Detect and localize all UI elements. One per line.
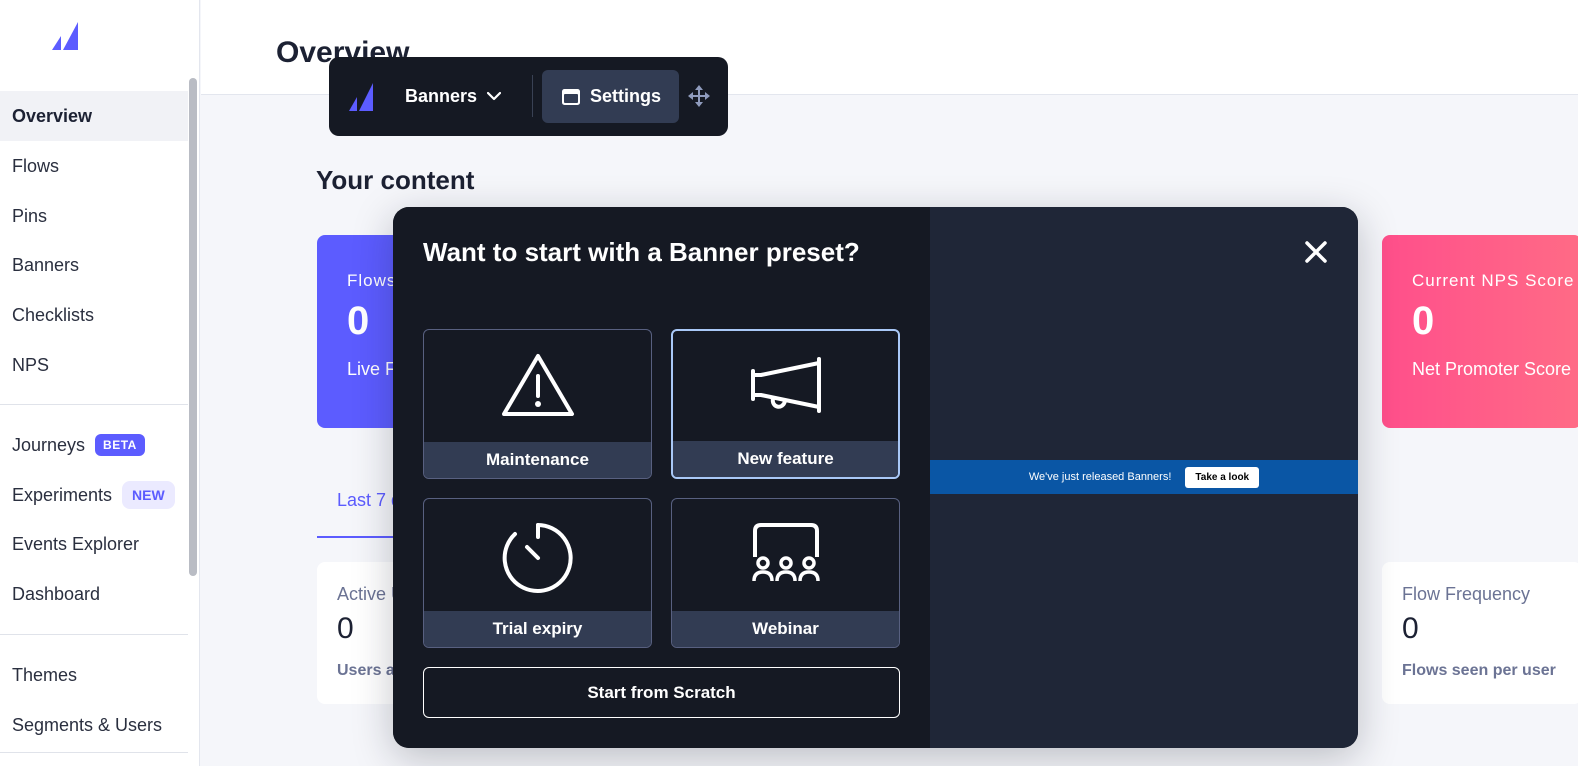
sidebar-item-experiments[interactable]: Experiments NEW [0, 470, 188, 520]
toolbar-divider [532, 75, 533, 117]
flow-frequency-card: Flow Frequency 0 Flows seen per user [1382, 562, 1578, 704]
chevron-down-icon [487, 91, 502, 101]
sidebar-item-journeys[interactable]: Journeys BETA [0, 420, 188, 470]
sidebar-item-label: Journeys [12, 434, 86, 455]
modal-title: Want to start with a Banner preset? [423, 237, 860, 267]
stat-value: 0 [1412, 299, 1435, 343]
sidebar-item-label: Banners [12, 254, 80, 275]
sidebar-item-label: Dashboard [12, 583, 101, 604]
sidebar-item-label: Segments & Users [12, 714, 163, 735]
sidebar-item-label: Checklists [12, 304, 95, 325]
modal-options-panel: Want to start with a Banner preset? Main… [393, 207, 930, 748]
banner-preview: We've just released Banners! Take a look [930, 460, 1358, 494]
settings-button-label: Settings [590, 86, 662, 106]
sidebar-divider [0, 404, 188, 405]
timer-icon [502, 523, 573, 593]
sidebar-item-banners[interactable]: Banners [0, 240, 188, 290]
sidebar-scrollbar[interactable] [189, 78, 197, 576]
preset-trial-expiry[interactable]: Trial expiry [423, 498, 652, 648]
metric-label: Flow Frequency [1402, 584, 1531, 604]
sidebar-divider [0, 634, 188, 635]
close-icon[interactable] [1301, 237, 1331, 267]
preset-label: Maintenance [424, 442, 651, 478]
sidebar-item-segments-users[interactable]: Segments & Users [0, 700, 188, 750]
stat-sublabel: Net Promoter Score [1412, 359, 1572, 379]
beta-badge: BETA [95, 434, 145, 456]
sidebar-item-label: Events Explorer [12, 533, 140, 554]
builder-toolbar[interactable]: Banners Settings [329, 57, 728, 136]
stat-sublabel: Live F [347, 359, 397, 379]
section-title: Your content [316, 165, 475, 195]
stat-label: Current NPS Score [1412, 271, 1575, 290]
banner-preset-modal: Want to start with a Banner preset? Main… [393, 207, 1358, 748]
pattern-dropdown-label: Banners [405, 85, 478, 106]
sidebar-item-label: Pins [12, 205, 48, 226]
banner-preview-text: We've just released Banners! [1028, 471, 1172, 483]
preset-label: Trial expiry [424, 611, 651, 647]
stat-label: Flows [347, 271, 397, 290]
appcues-logo-icon[interactable] [349, 83, 373, 111]
sidebar-item-overview[interactable]: Overview [0, 91, 188, 141]
sidebar-item-themes[interactable]: Themes [0, 650, 188, 700]
sidebar-item-label: Experiments [12, 484, 113, 505]
warning-triangle-icon [501, 354, 574, 416]
window-icon [562, 88, 580, 105]
sidebar-item-flows[interactable]: Flows [0, 141, 188, 191]
audience-icon [751, 523, 820, 582]
sidebar-item-label: NPS [12, 354, 50, 375]
sidebar-item-dashboard[interactable]: Dashboard [0, 569, 188, 619]
metric-sublabel: Flows seen per user [1402, 662, 1556, 679]
metric-value: 0 [1402, 612, 1419, 645]
sidebar-item-label: Flows [12, 155, 60, 176]
sidebar-item-pins[interactable]: Pins [0, 191, 188, 241]
sidebar-item-events-explorer[interactable]: Events Explorer [0, 519, 188, 569]
settings-button[interactable]: Settings [542, 70, 679, 123]
preset-maintenance[interactable]: Maintenance [423, 329, 652, 479]
preset-new-feature[interactable]: New feature [671, 329, 900, 479]
sidebar-item-nps[interactable]: NPS [0, 340, 188, 390]
preset-webinar[interactable]: Webinar [671, 498, 900, 648]
banner-preview-button: Take a look [1185, 466, 1260, 488]
preset-label: Webinar [672, 611, 899, 647]
sidebar-item-checklists[interactable]: Checklists [0, 290, 188, 340]
appcues-logo-icon[interactable] [52, 22, 78, 50]
metric-value: 0 [337, 612, 354, 645]
pattern-dropdown[interactable]: Banners [405, 83, 502, 109]
tab-label: Last 7 d [337, 490, 402, 510]
sidebar-item-label: Overview [12, 105, 93, 126]
start-from-scratch-button[interactable]: Start from Scratch [423, 667, 900, 718]
preset-label: New feature [673, 441, 898, 477]
nps-stat-card[interactable]: Current NPS Score 0 Net Promoter Score [1382, 235, 1578, 428]
sidebar-divider [0, 752, 188, 753]
sidebar: Overview Flows Pins Banners Checklists N… [0, 0, 200, 766]
sidebar-item-label: Themes [12, 664, 78, 685]
stat-value: 0 [347, 299, 370, 343]
new-badge: NEW [122, 481, 175, 509]
move-arrows-icon[interactable] [688, 85, 710, 107]
megaphone-icon [750, 357, 821, 413]
